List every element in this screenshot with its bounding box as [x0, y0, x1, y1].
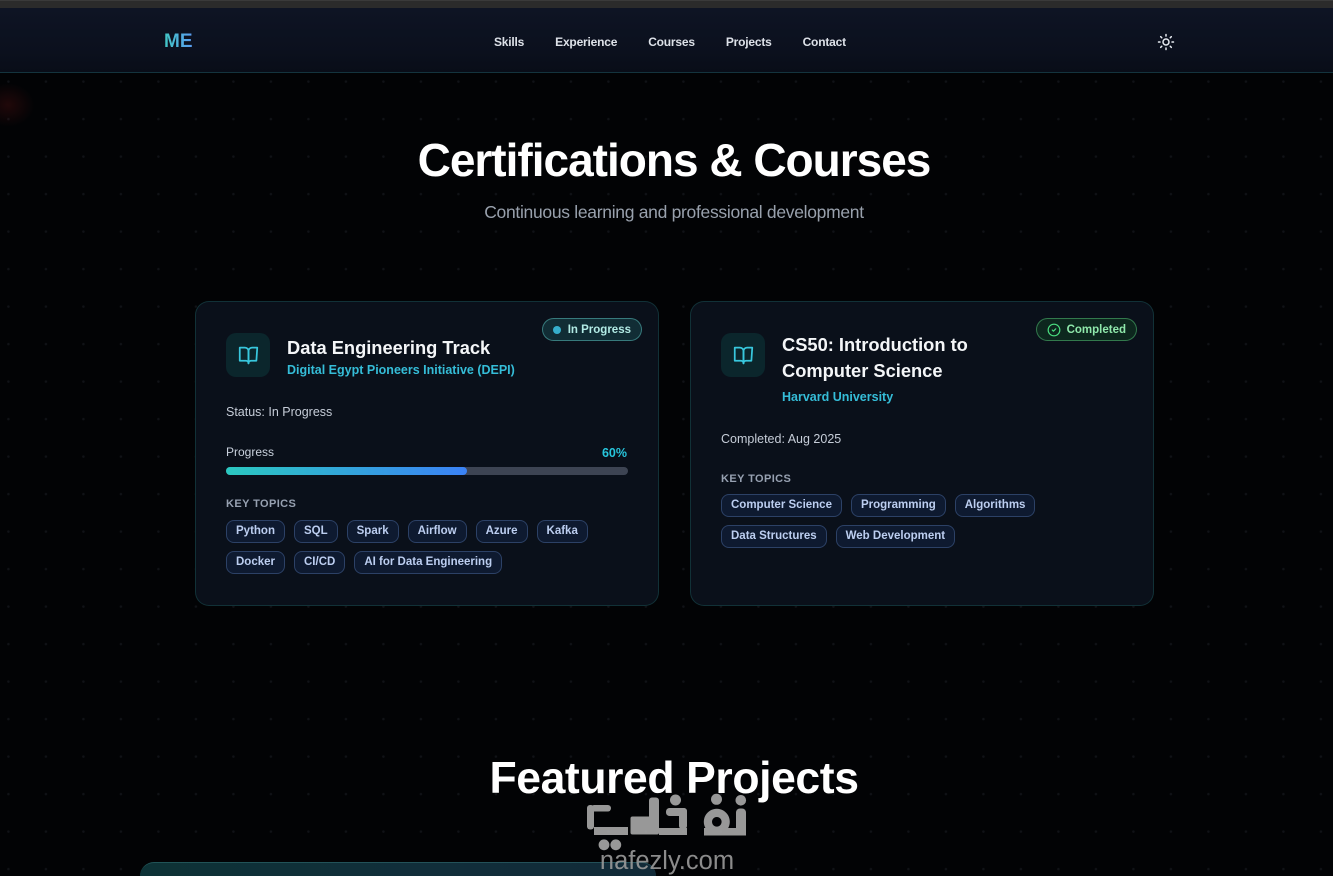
- svg-text:nafezly.com: nafezly.com: [600, 847, 734, 875]
